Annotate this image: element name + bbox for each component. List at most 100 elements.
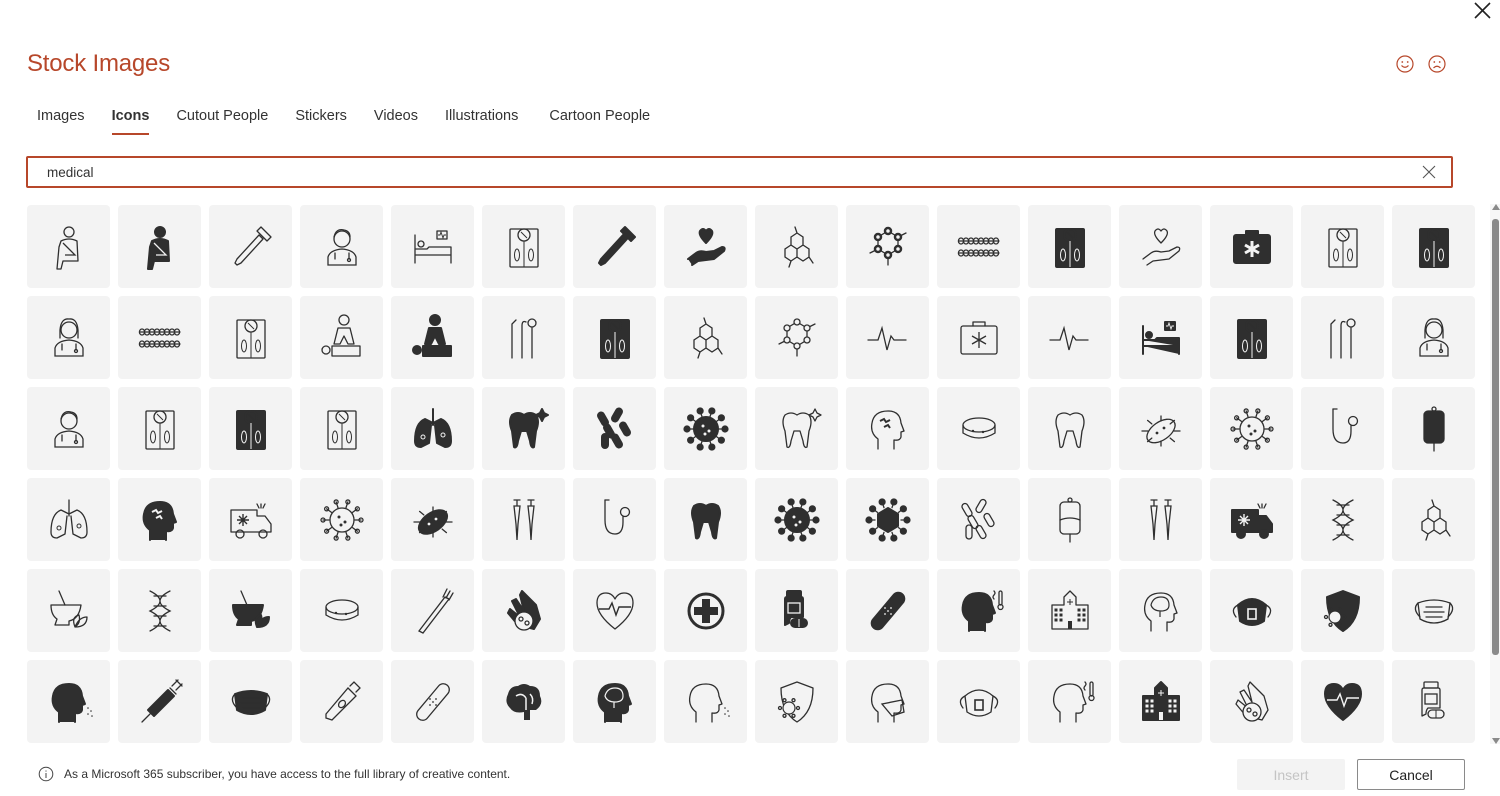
icon-tile[interactable] [1210,569,1293,652]
icon-tile[interactable] [118,296,201,379]
icon-tile[interactable] [209,569,292,652]
cancel-button[interactable]: Cancel [1357,759,1465,790]
icon-tile[interactable] [1210,478,1293,561]
icon-tile[interactable] [1301,569,1384,652]
icon-tile[interactable] [1301,387,1384,470]
smiley-icon[interactable] [1395,54,1415,74]
icon-tile[interactable] [755,205,838,288]
icon-tile[interactable] [846,569,929,652]
icon-tile[interactable] [391,478,474,561]
icon-tile[interactable] [1301,478,1384,561]
scrollbar[interactable] [1490,204,1500,744]
icon-tile[interactable] [1210,660,1293,743]
icon-tile[interactable] [209,660,292,743]
icon-tile[interactable] [1392,205,1475,288]
icon-tile[interactable] [1119,569,1202,652]
icon-tile[interactable] [1210,387,1293,470]
icon-tile[interactable] [755,660,838,743]
icon-tile[interactable] [27,660,110,743]
icon-tile[interactable] [573,478,656,561]
icon-tile[interactable] [1301,660,1384,743]
icon-tile[interactable] [664,387,747,470]
icon-tile[interactable] [755,569,838,652]
scroll-down-arrow[interactable] [1492,738,1500,744]
tab-icons[interactable]: Icons [102,106,160,135]
insert-button[interactable]: Insert [1237,759,1345,790]
icon-tile[interactable] [1392,478,1475,561]
icon-tile[interactable] [937,296,1020,379]
icon-tile[interactable] [664,478,747,561]
search-input[interactable] [47,162,1387,182]
icon-tile[interactable] [482,478,565,561]
clear-search-icon[interactable] [1421,164,1437,180]
icon-tile[interactable] [300,660,383,743]
icon-tile[interactable] [118,569,201,652]
icon-tile[interactable] [1210,205,1293,288]
tab-cutout-people[interactable]: Cutout People [166,106,278,134]
icon-tile[interactable] [209,296,292,379]
icon-tile[interactable] [573,660,656,743]
icon-tile[interactable] [664,296,747,379]
icon-tile[interactable] [482,569,565,652]
icon-tile[interactable] [573,205,656,288]
icon-tile[interactable] [1210,296,1293,379]
icon-tile[interactable] [1119,660,1202,743]
scroll-up-arrow[interactable] [1492,204,1500,210]
tab-images[interactable]: Images [27,106,95,134]
icon-tile[interactable] [1392,296,1475,379]
icon-tile[interactable] [937,205,1020,288]
icon-tile[interactable] [300,387,383,470]
icon-tile[interactable] [937,660,1020,743]
icon-tile[interactable] [1119,205,1202,288]
icon-tile[interactable] [937,569,1020,652]
icon-tile[interactable] [482,296,565,379]
icon-tile[interactable] [27,478,110,561]
icon-tile[interactable] [391,569,474,652]
icon-tile[interactable] [118,387,201,470]
icon-tile[interactable] [755,478,838,561]
icon-tile[interactable] [482,660,565,743]
icon-tile[interactable] [300,569,383,652]
icon-tile[interactable] [846,478,929,561]
icon-tile[interactable] [27,569,110,652]
icon-tile[interactable] [209,478,292,561]
icon-tile[interactable] [1028,569,1111,652]
icon-tile[interactable] [664,205,747,288]
icon-tile[interactable] [846,660,929,743]
icon-tile[interactable] [755,387,838,470]
tab-cartoon-people[interactable]: Cartoon People [539,106,660,134]
icon-tile[interactable] [664,660,747,743]
icon-tile[interactable] [755,296,838,379]
icon-tile[interactable] [300,296,383,379]
icon-tile[interactable] [27,387,110,470]
icon-tile[interactable] [391,296,474,379]
icon-tile[interactable] [1028,478,1111,561]
icon-tile[interactable] [300,478,383,561]
icon-tile[interactable] [937,478,1020,561]
icon-tile[interactable] [391,205,474,288]
icon-tile[interactable] [664,569,747,652]
tab-illustrations[interactable]: Illustrations [435,106,528,134]
icon-tile[interactable] [573,569,656,652]
icon-tile[interactable] [573,296,656,379]
icon-tile[interactable] [846,296,929,379]
tab-videos[interactable]: Videos [364,106,428,134]
icon-tile[interactable] [391,387,474,470]
icon-tile[interactable] [1028,387,1111,470]
tab-stickers[interactable]: Stickers [285,106,357,134]
icon-tile[interactable] [1392,387,1475,470]
icon-tile[interactable] [1119,296,1202,379]
icon-tile[interactable] [482,205,565,288]
icon-tile[interactable] [1301,205,1384,288]
icon-tile[interactable] [118,660,201,743]
icon-tile[interactable] [27,205,110,288]
icon-tile[interactable] [1028,205,1111,288]
icon-tile[interactable] [846,387,929,470]
scroll-thumb[interactable] [1492,219,1499,655]
icon-tile[interactable] [118,478,201,561]
icon-tile[interactable] [573,387,656,470]
icon-tile[interactable] [209,205,292,288]
icon-tile[interactable] [209,387,292,470]
icon-tile[interactable] [1119,478,1202,561]
icon-tile[interactable] [482,387,565,470]
